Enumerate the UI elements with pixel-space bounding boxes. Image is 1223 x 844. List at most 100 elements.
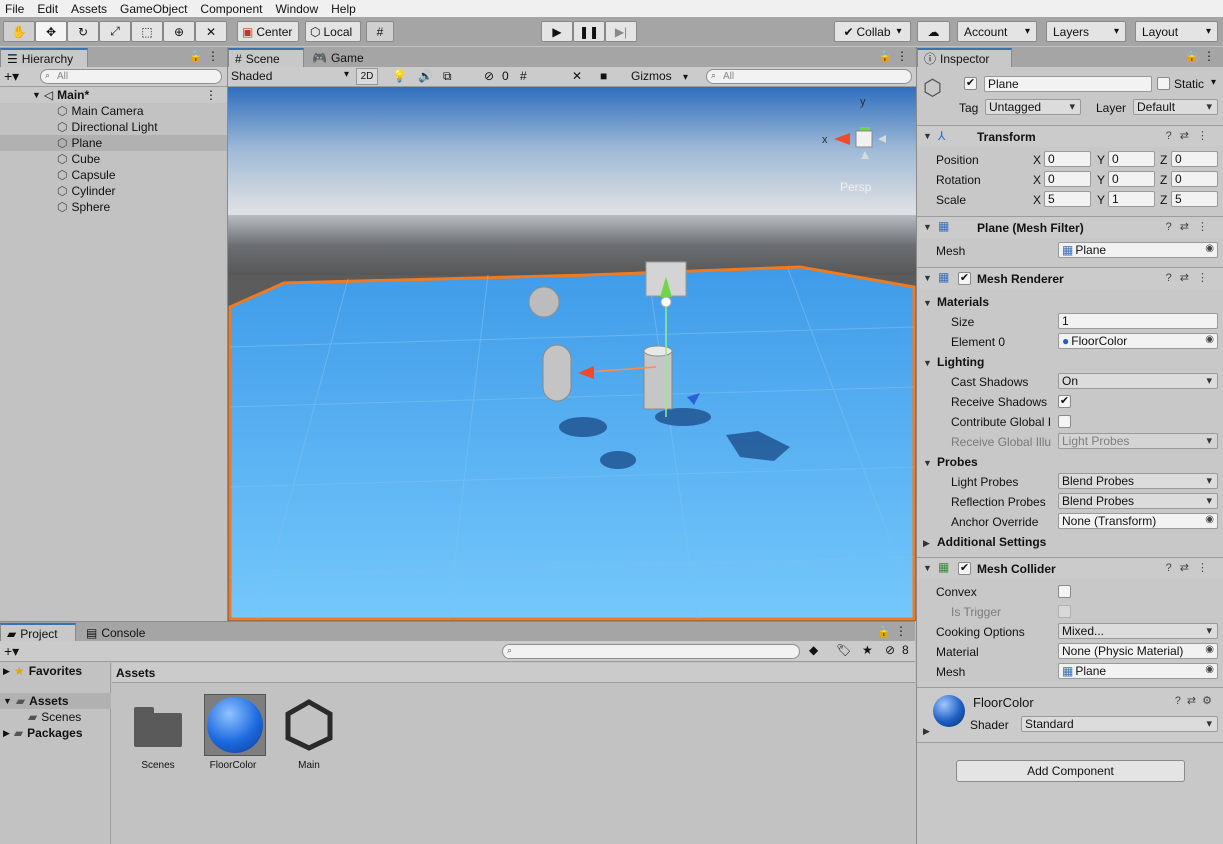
mesh-filter-mesh-field[interactable]: ▦ Plane [1058,242,1218,258]
position-z-input[interactable]: 0 [1171,151,1218,167]
hierarchy-item[interactable]: ⬡ Plane [0,135,227,151]
favorite-star-icon[interactable]: ★ [862,643,873,657]
kebab-menu-icon[interactable]: ⋮ [1203,49,1215,63]
assets-row[interactable]: ▼ ▰ Assets [0,693,111,709]
fold-down-icon[interactable]: ▼ [923,563,932,573]
mesh-renderer-header[interactable]: ▼ ▦ ✔ Mesh Renderer ?⇄⋮ [917,267,1223,289]
persp-label[interactable]: Persp [840,180,872,194]
fold-down-icon[interactable]: ▼ [923,222,932,232]
pivot-center-button[interactable]: ▣ Center [237,21,299,42]
scenes-folder-row[interactable]: ▰ Scenes [0,709,111,725]
lock-icon[interactable]: 🔒 [877,625,891,638]
component-header-icons[interactable]: ?⇄⋮ [1166,561,1216,574]
tab-console[interactable]: ▤ Console [80,623,160,642]
scale-x-input[interactable]: 5 [1044,191,1091,207]
pivot-local-button[interactable]: ⬡ Local [305,21,361,42]
cloud-button[interactable]: ☁ [917,21,950,42]
fold-right-icon[interactable]: ▶ [923,726,930,737]
scale-y-input[interactable]: 1 [1108,191,1155,207]
menu-assets[interactable]: Assets [66,2,115,16]
menu-window[interactable]: Window [270,2,326,16]
contribute-gi-checkbox[interactable] [1058,415,1071,428]
scene-menu-icon[interactable]: ⋮ [205,88,217,102]
collider-material-field[interactable]: None (Physic Material) [1058,643,1218,659]
menu-file[interactable]: File [0,2,32,16]
chevron-down-icon[interactable]: ▾ [1211,77,1216,88]
layer-dropdown[interactable]: Default [1133,99,1218,115]
static-checkbox[interactable] [1157,77,1170,90]
mesh-collider-header[interactable]: ▼ ▦ ✔ Mesh Collider ?⇄⋮ [917,557,1223,579]
breadcrumb[interactable]: Assets [116,666,155,680]
rotation-x-input[interactable]: 0 [1044,171,1091,187]
layers-dropdown[interactable]: Layers [1046,21,1126,42]
filter-type-icon[interactable]: ◆ [809,643,818,657]
object-name-input[interactable]: Plane [984,76,1152,92]
create-plus-icon[interactable]: +▾ [4,643,19,660]
collider-mesh-field[interactable]: ▦ Plane [1058,663,1218,679]
hierarchy-search-input[interactable]: All [40,69,222,84]
asset-scenes-folder[interactable] [134,703,184,747]
component-header-icons[interactable]: ?⇄⋮ [1166,220,1216,233]
pause-button[interactable]: ❚❚ [573,21,605,42]
hierarchy-item[interactable]: ⬡ Main Camera [0,103,227,119]
filter-label-icon[interactable]: 🏷 [836,643,851,657]
favorites-row[interactable]: ▶ ★ Favorites [0,663,111,679]
draw-mode-dropdown[interactable]: Shaded ▾ [231,69,349,85]
lock-icon[interactable]: 🔒 [878,50,892,63]
rotate-tool-button[interactable]: ↻ [67,21,99,42]
position-axis-label[interactable]: Y [1097,153,1105,167]
lock-icon[interactable]: 🔒 [1185,50,1199,63]
menu-gameobject[interactable]: GameObject [115,2,195,16]
collab-dropdown[interactable]: ✔ Collab [834,21,911,42]
scale-axis-label[interactable]: X [1033,193,1041,207]
add-component-button[interactable]: Add Component [956,760,1185,782]
menu-help[interactable]: Help [326,2,364,16]
materials-foldout[interactable]: Materials [937,295,989,309]
active-checkbox[interactable]: ✔ [964,77,977,90]
hierarchy-item[interactable]: ⬡ Directional Light [0,119,227,135]
cooking-options-dropdown[interactable]: Mixed... [1058,623,1218,639]
fold-down-icon[interactable]: ▼ [32,90,41,100]
asset-floorcolor-selected-frame[interactable] [204,694,266,756]
scale-z-input[interactable]: 5 [1171,191,1218,207]
fold-down-icon[interactable]: ▼ [923,358,932,368]
scene-search-input[interactable]: All [706,69,912,84]
materials-size-input[interactable]: 1 [1058,313,1218,329]
position-axis-label[interactable]: Z [1160,153,1167,167]
menu-edit[interactable]: Edit [32,2,66,16]
probes-foldout[interactable]: Probes [937,455,978,469]
position-y-input[interactable]: 0 [1108,151,1155,167]
lock-icon[interactable]: 🔒 [189,50,203,63]
cast-shadows-dropdown[interactable]: On [1058,373,1218,389]
rotation-axis-label[interactable]: X [1033,173,1041,187]
fold-right-icon[interactable]: ▶ [3,728,10,739]
receive-shadows-checkbox[interactable]: ✔ [1058,395,1071,408]
position-axis-label[interactable]: X [1033,153,1041,167]
audio-toggle-icon[interactable]: 🔊 [418,69,433,83]
hidden-objects-icon[interactable]: ⊘ [484,69,494,83]
account-dropdown[interactable]: Account [957,21,1037,42]
material-element-field[interactable]: ● FloorColor [1058,333,1218,349]
tab-game[interactable]: 🎮 Game [306,48,378,67]
kebab-menu-icon[interactable]: ⋮ [896,49,908,63]
custom-tool-button[interactable]: ✕ [195,21,227,42]
tab-inspector[interactable]: ⓘ Inspector [917,48,1012,67]
gizmos-dropdown[interactable]: Gizmos ▾ [631,69,695,83]
hierarchy-scene-row[interactable]: ▼ ◁ Main* ⋮ [0,87,227,103]
mesh-renderer-enabled-checkbox[interactable]: ✔ [958,272,971,285]
packages-row[interactable]: ▶ ▰ Packages [0,725,111,741]
tab-project[interactable]: ▰ Project [0,623,76,642]
hand-tool-button[interactable]: ✋ [3,21,35,42]
move-tool-button[interactable]: ✥ [35,21,67,42]
tag-dropdown[interactable]: Untagged [985,99,1081,115]
fold-right-icon[interactable]: ▶ [923,538,930,549]
transform-tool-button[interactable]: ⊕ [163,21,195,42]
scene-viewport[interactable]: y x Persp [228,87,916,621]
anchor-override-field[interactable]: None (Transform) [1058,513,1218,529]
kebab-menu-icon[interactable]: ⋮ [207,49,219,63]
material-header-icons[interactable]: ?⇄⚙ [1175,694,1218,707]
fold-down-icon[interactable]: ▼ [923,273,932,283]
hidden-packages-icon[interactable]: ⊘ [885,643,895,657]
hierarchy-item[interactable]: ⬡ Cube [0,151,227,167]
tab-scene[interactable]: # Scene [228,48,304,67]
